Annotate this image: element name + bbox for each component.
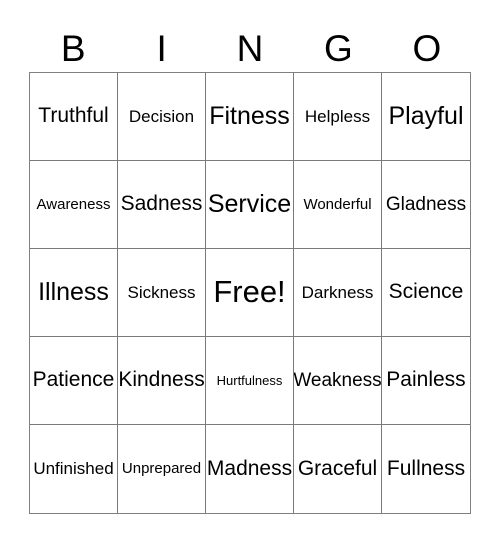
bingo-cell[interactable]: Sickness <box>118 249 206 337</box>
bingo-cell-label: Fullness <box>386 456 466 480</box>
bingo-cell-label: Science <box>388 280 464 304</box>
bingo-cell[interactable]: Fullness <box>382 425 470 513</box>
bingo-cell[interactable]: Darkness <box>294 249 382 337</box>
bingo-cell-label: Painless <box>386 368 466 392</box>
header-letter-n: N <box>236 27 264 69</box>
bingo-cell[interactable]: Graceful <box>294 425 382 513</box>
bingo-cell-label: Playful <box>388 102 464 131</box>
bingo-cell-label: Wonderful <box>303 195 372 213</box>
bingo-cell-free-space[interactable]: Free! <box>206 249 294 337</box>
bingo-cell[interactable]: Wonderful <box>294 161 382 249</box>
bingo-card: B I N G O Truthful Decision Fitness Help… <box>0 0 500 544</box>
bingo-cell[interactable]: Sadness <box>118 161 206 249</box>
bingo-cell[interactable]: Science <box>382 249 470 337</box>
bingo-cell[interactable]: Unfinished <box>30 425 118 513</box>
bingo-cell[interactable]: Service <box>206 161 294 249</box>
bingo-cell[interactable]: Hurtfulness <box>206 337 294 425</box>
bingo-cell[interactable]: Awareness <box>30 161 118 249</box>
bingo-cell[interactable]: Truthful <box>30 73 118 161</box>
bingo-cell-label: Awareness <box>36 195 111 213</box>
bingo-cell-label: Unfinished <box>33 459 114 479</box>
header-letter-b: B <box>60 27 86 69</box>
bingo-grid: Truthful Decision Fitness Helpless Playf… <box>29 72 471 514</box>
bingo-cell[interactable]: Weakness <box>294 337 382 425</box>
header-letter-i: I <box>156 27 167 69</box>
bingo-cell-label: Kindness <box>118 368 205 392</box>
bingo-cell-label: Service <box>207 190 292 219</box>
bingo-cell-label: Weakness <box>294 369 382 391</box>
header-letter-o: O <box>412 27 442 69</box>
bingo-cell[interactable]: Decision <box>118 73 206 161</box>
bingo-cell[interactable]: Patience <box>30 337 118 425</box>
bingo-cell-label: Gladness <box>385 193 467 215</box>
bingo-cell[interactable]: Painless <box>382 337 470 425</box>
bingo-cell-label: Helpless <box>304 106 371 126</box>
bingo-cell-label: Hurtfulness <box>216 372 283 388</box>
bingo-cell[interactable]: Helpless <box>294 73 382 161</box>
header-letter-g: G <box>324 27 353 69</box>
bingo-cell[interactable]: Illness <box>30 249 118 337</box>
bingo-cell-label: Illness <box>38 278 109 307</box>
bingo-cell-label: Madness <box>206 456 293 480</box>
bingo-cell[interactable]: Unprepared <box>118 425 206 513</box>
bingo-cell[interactable]: Kindness <box>118 337 206 425</box>
bingo-cell[interactable]: Fitness <box>206 73 294 161</box>
bingo-cell[interactable]: Gladness <box>382 161 470 249</box>
bingo-cell-label: Unprepared <box>121 460 202 478</box>
bingo-free-space-label: Free! <box>213 274 286 310</box>
bingo-cell-label: Fitness <box>209 102 290 131</box>
bingo-cell-label: Sickness <box>127 282 196 302</box>
bingo-cell-label: Darkness <box>301 282 374 302</box>
bingo-header: B I N G O <box>29 24 471 72</box>
bingo-cell-label: Sadness <box>120 192 203 216</box>
bingo-cell[interactable]: Madness <box>206 425 294 513</box>
bingo-cell-label: Truthful <box>38 104 109 128</box>
bingo-cell-label: Patience <box>32 368 115 392</box>
bingo-cell-label: Decision <box>128 106 195 126</box>
bingo-cell[interactable]: Playful <box>382 73 470 161</box>
bingo-cell-label: Graceful <box>297 456 378 480</box>
